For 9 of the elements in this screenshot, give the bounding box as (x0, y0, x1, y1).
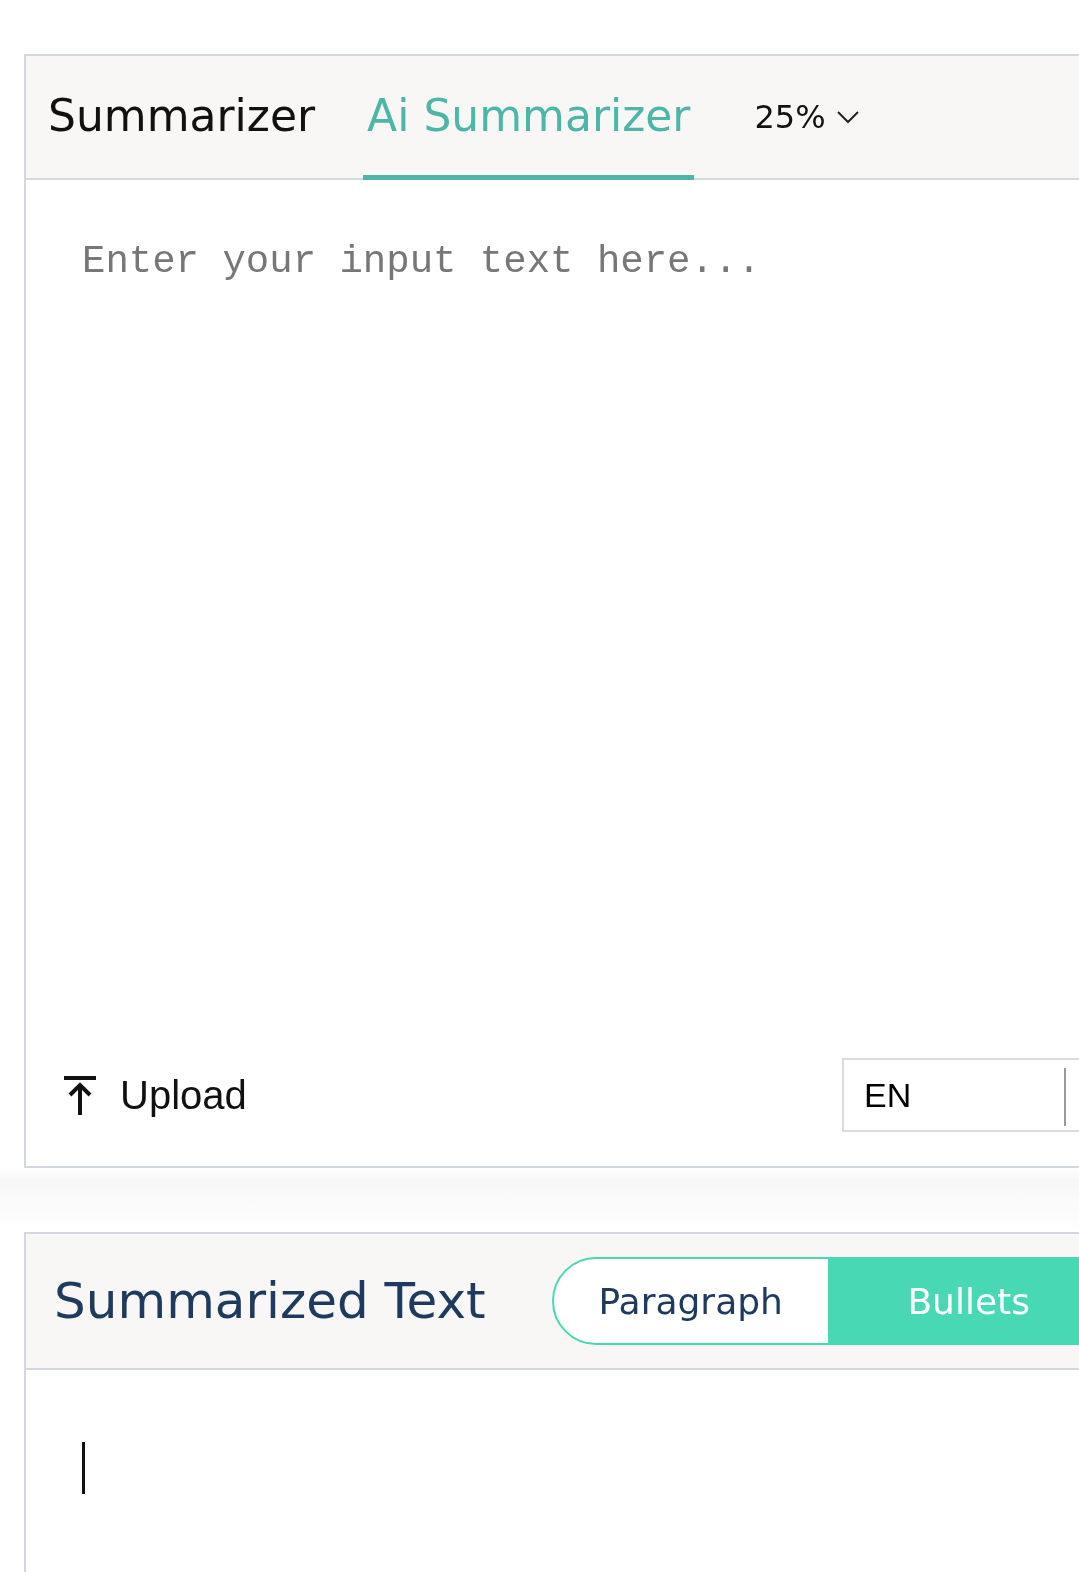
upload-icon (62, 1075, 98, 1115)
section-title: Summarized Text (54, 1272, 486, 1330)
tab[interactable]: Summarizer (44, 56, 320, 180)
mode-toggle[interactable]: Paragraph (551, 1257, 830, 1345)
upload-button[interactable]: Upload (62, 1072, 247, 1118)
text-cursor (82, 1442, 85, 1494)
ratio-dropdown[interactable]: 25% (738, 56, 860, 178)
chevron-down-icon (835, 110, 860, 124)
language-select[interactable]: EN (842, 1058, 1079, 1132)
